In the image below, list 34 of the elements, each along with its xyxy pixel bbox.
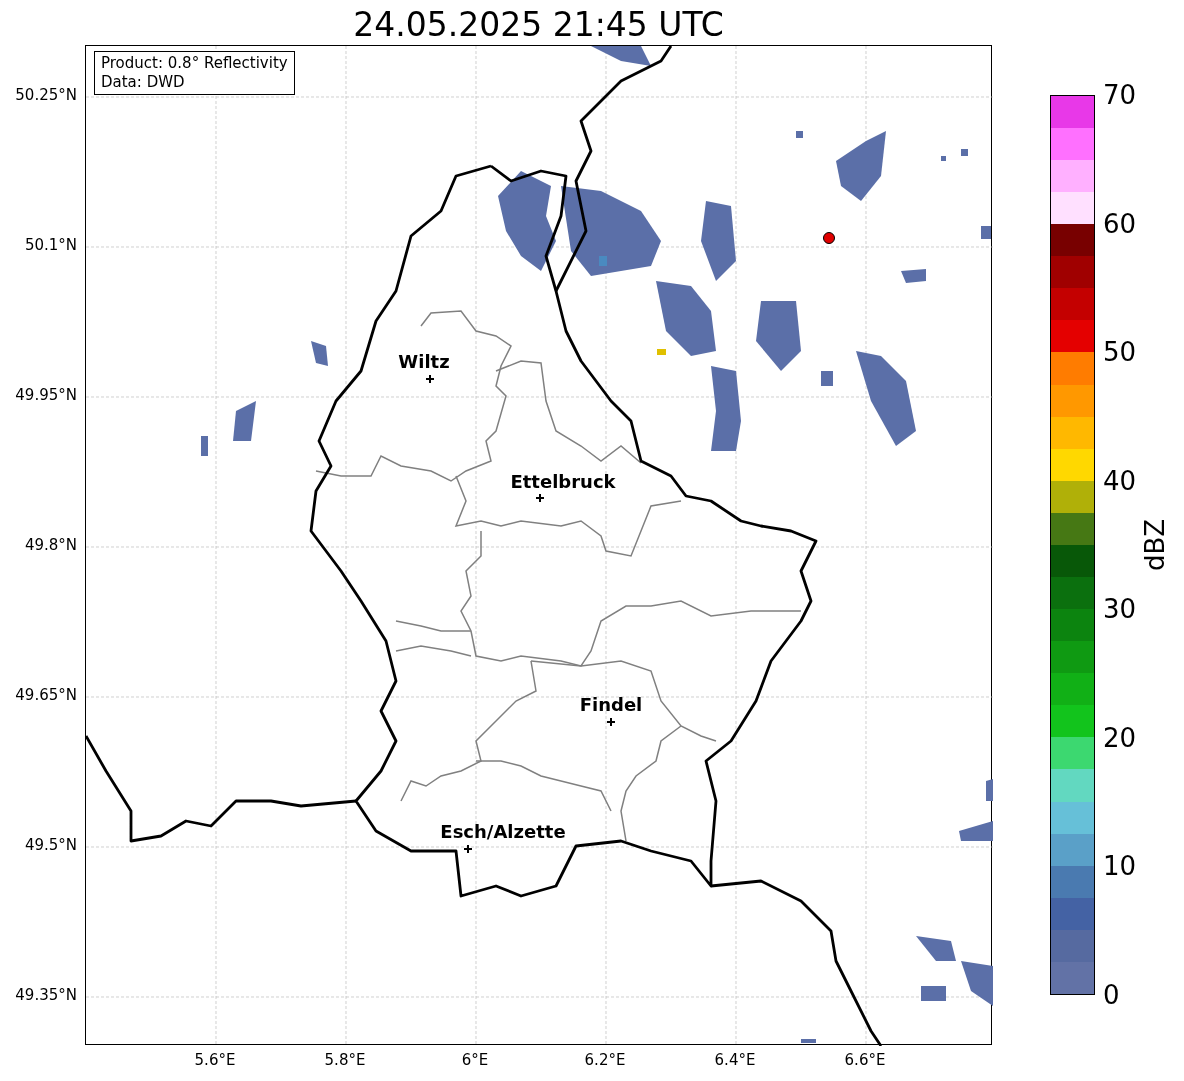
latitude-label: 49.5°N (24, 838, 77, 853)
city-marker-icon (535, 493, 545, 503)
info-text: Product: 0.8° Reflectivity (101, 54, 288, 73)
longitude-label: 5.6°E (194, 1053, 236, 1068)
colorbar-axis-label: dBZ (1142, 518, 1168, 572)
colorbar-tick-label: 50 (1103, 339, 1137, 366)
colorbar-tick-label: 30 (1103, 596, 1137, 623)
longitude-label: 5.8°E (324, 1053, 366, 1068)
latitude-label: 49.35°N (15, 988, 77, 1003)
colorbar-tick-label: 40 (1103, 467, 1137, 494)
longitude-label: 6°E (461, 1053, 489, 1068)
radar-site-marker (823, 232, 835, 244)
longitude-label: 6.6°E (844, 1053, 886, 1068)
colorbar-tick-label: 10 (1103, 853, 1137, 880)
colorbar-tick-label: 0 (1103, 982, 1120, 1008)
city-label: Ettelbruck (510, 473, 616, 491)
city-marker-icon (463, 844, 473, 854)
info-text: Data: DWD (101, 73, 186, 92)
colorbar-tick-label: 20 (1103, 724, 1137, 751)
colorbar-tick-label: 70 (1103, 82, 1137, 108)
latitude-label: 50.25°N (15, 88, 77, 103)
longitude-label: 6.2°E (584, 1053, 626, 1068)
latitude-label: 49.95°N (15, 388, 77, 403)
latitude-label: 50.1°N (24, 238, 77, 253)
city-label: Findel (579, 696, 643, 714)
city-marker-icon (606, 717, 616, 727)
chart-title: 24.05.2025 21:45 UTC (353, 4, 724, 41)
latitude-label: 49.65°N (15, 688, 77, 703)
city-marker-icon (425, 374, 435, 384)
latitude-label: 49.8°N (24, 538, 77, 553)
city-label: Wiltz (398, 353, 450, 371)
city-label: Esch/Alzette (440, 823, 566, 841)
colorbar-tick-label: 60 (1103, 210, 1137, 237)
longitude-label: 6.4°E (714, 1053, 756, 1068)
